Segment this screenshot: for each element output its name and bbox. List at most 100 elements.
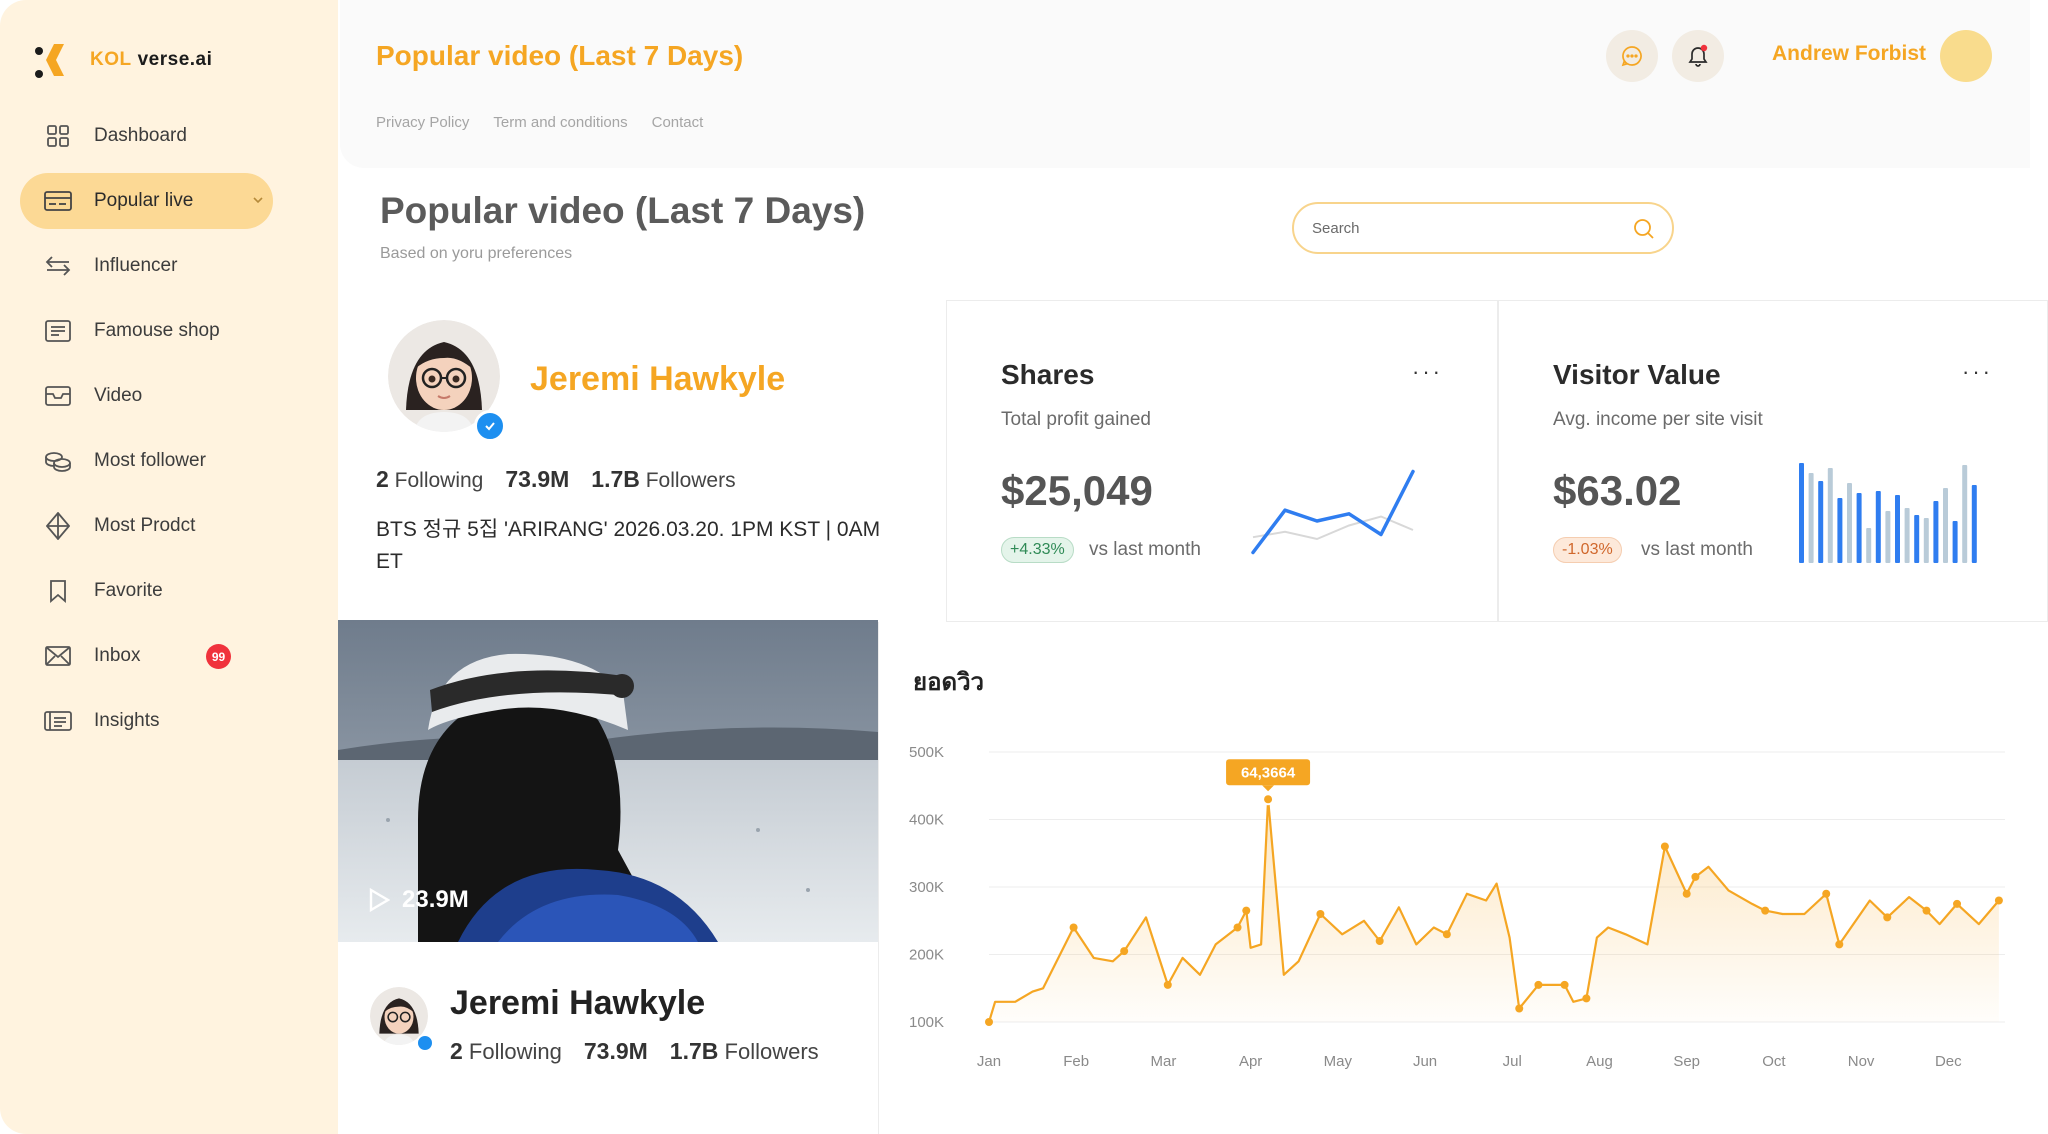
data-point [1994, 896, 2003, 905]
sidebar-item-most-follower[interactable]: Most follower [20, 433, 273, 489]
sparkline-bar [1895, 495, 1900, 563]
mail-icon [44, 642, 72, 670]
more-options-icon[interactable]: ··· [1412, 359, 1443, 385]
search-icon[interactable] [1632, 217, 1656, 241]
more-options-icon[interactable]: ··· [1962, 359, 1993, 385]
contact-link[interactable]: Contact [652, 114, 704, 131]
followers-stat[interactable]: 1.7B Followers [670, 1038, 819, 1065]
user-avatar[interactable] [1940, 30, 1992, 82]
followers-stat[interactable]: 1.7B Followers [591, 466, 735, 493]
sidebar-item-influencer[interactable]: Influencer [20, 238, 273, 294]
shares-card: Shares ··· Total profit gained $25,049 +… [946, 300, 1498, 622]
likes-stat: 73.9M [505, 466, 570, 492]
profile-name[interactable]: Jeremi Hawkyle [530, 360, 785, 399]
card-value: $63.02 [1553, 467, 1682, 514]
following-stat[interactable]: 2 Following [376, 466, 483, 493]
sidebar-item-dashboard[interactable]: Dashboard [20, 108, 273, 164]
header-links: Privacy Policy Term and conditions Conta… [376, 114, 703, 131]
play-icon[interactable] [368, 888, 390, 912]
header-title: Popular video (Last 7 Days) [376, 40, 744, 71]
video-views: 23.9M [368, 886, 469, 914]
card-icon [44, 187, 72, 215]
data-point [1534, 980, 1543, 989]
diamond-icon [44, 512, 72, 540]
following-stat[interactable]: 2 Following [450, 1038, 562, 1065]
search-input[interactable] [1312, 216, 1612, 240]
sparkline-bar [1933, 501, 1939, 563]
sidebar-item-inbox[interactable]: Inbox 99 [20, 628, 273, 684]
sidebar-item-video[interactable]: Video [20, 368, 273, 424]
x-tick-label: Jul [1503, 1053, 1522, 1070]
sparkline-bar [1885, 511, 1891, 563]
x-tick-label: Feb [1063, 1053, 1089, 1070]
x-tick-label: Nov [1848, 1053, 1875, 1070]
data-point [1660, 842, 1669, 851]
sparkline-bar [1962, 465, 1968, 563]
verified-badge-icon [474, 410, 506, 442]
data-point [1442, 930, 1451, 939]
sparkline-bar [1904, 508, 1910, 563]
likes-stat: 73.9M [583, 1038, 648, 1064]
card-title: Shares [1001, 359, 1095, 390]
x-tick-label: Oct [1762, 1053, 1786, 1070]
sparkline-bar [1923, 518, 1929, 563]
data-point [1682, 889, 1691, 898]
data-point [1120, 947, 1129, 956]
notifications-button[interactable] [1672, 30, 1724, 82]
video-author: Jeremi Hawkyle 2 Following 73.9M 1.7B Fo… [338, 942, 878, 1134]
x-tick-label: Mar [1150, 1053, 1176, 1070]
sidebar-item-insights[interactable]: Insights [20, 693, 273, 749]
sparkline-bar [1943, 488, 1948, 563]
sidebar-item-label: Most Prodct [94, 515, 196, 536]
x-tick-label: Jun [1413, 1053, 1437, 1070]
data-point [1242, 906, 1251, 915]
y-tick-label: 100K [909, 1014, 944, 1031]
page-title: Popular video (Last 7 Days) [380, 190, 866, 231]
x-tick-label: Apr [1239, 1053, 1262, 1070]
user-name[interactable]: Andrew Forbist [1772, 42, 1926, 66]
views-chart-card: ยอดวิว 100K 200K 300K 400K 500K Jan Feb Mar Apr M… [878, 622, 2048, 1134]
card-title: Visitor Value [1553, 359, 1721, 390]
profile-card: Jeremi Hawkyle 2 Following 73.9M 1.7B Fo… [338, 298, 946, 618]
sidebar-item-favorite[interactable]: Favorite [20, 563, 273, 619]
grid-icon [44, 122, 72, 150]
sidebar-item-popular-live[interactable]: Popular live [20, 173, 273, 229]
views-chart[interactable]: 100K 200K 300K 400K 500K Jan Feb Mar Apr May Jun Ju… [879, 622, 2048, 1134]
x-tick-label: Sep [1673, 1053, 1700, 1070]
logo[interactable]: KOL verse.ai [32, 38, 212, 82]
sparkline-bar [1971, 485, 1977, 563]
y-tick-label: 200K [909, 947, 944, 964]
sparkline-bar [1914, 515, 1920, 563]
sparkline-bar [1837, 498, 1843, 563]
visitor-bar-sparkline [1799, 463, 1977, 563]
x-tick-label: Dec [1935, 1053, 1962, 1070]
sparkline-bar [1818, 481, 1824, 563]
y-tick-label: 500K [909, 744, 944, 761]
visitor-value-card: Visitor Value ··· Avg. income per site v… [1498, 300, 2048, 622]
y-tick-label: 300K [909, 879, 944, 896]
sidebar-item-label: Inbox [94, 645, 141, 666]
data-point [1233, 923, 1242, 932]
video-thumbnail[interactable]: 23.9M [338, 620, 878, 942]
card-value: $25,049 [1001, 467, 1153, 514]
highlight-point [1262, 793, 1275, 806]
sidebar-item-label: Most follower [94, 450, 206, 471]
author-name[interactable]: Jeremi Hawkyle [450, 984, 705, 1023]
logo-icon [35, 44, 64, 78]
sidebar-item-famouse-shop[interactable]: Famouse shop [20, 303, 273, 359]
sparkline-bar [1799, 463, 1804, 563]
swap-icon [44, 252, 72, 280]
sidebar-nav: Dashboard Popular live Influencer Famous… [20, 108, 320, 758]
chat-bubble-icon [1621, 46, 1642, 67]
y-tick-label: 400K [909, 812, 944, 829]
data-point [1822, 889, 1831, 898]
sidebar-item-most-prodct[interactable]: Most Prodct [20, 498, 273, 554]
privacy-policy-link[interactable]: Privacy Policy [376, 114, 469, 131]
sparkline-bar [1856, 493, 1862, 563]
sparkline-bar [1827, 468, 1833, 563]
data-point [1953, 899, 1962, 908]
card-subtitle: Avg. income per site visit [1553, 409, 1763, 430]
chat-button[interactable] [1606, 30, 1658, 82]
terms-link[interactable]: Term and conditions [493, 114, 627, 131]
inbox-tray-icon [44, 382, 72, 410]
